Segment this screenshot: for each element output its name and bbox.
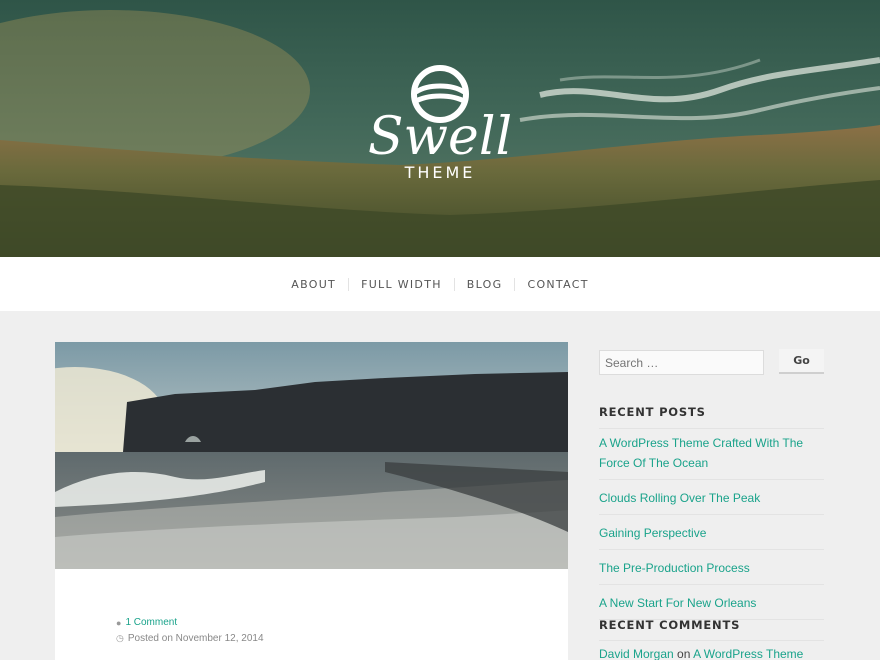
- nav-item-full-width[interactable]: FULL WIDTH: [348, 277, 454, 291]
- post-date: Posted on November 12, 2014: [127, 633, 264, 644]
- recent-post-link[interactable]: Gaining Perspective: [599, 526, 706, 540]
- logo-subtitle: THEME: [404, 163, 476, 182]
- recent-posts-title: RECENT POSTS: [599, 405, 706, 419]
- recent-post-link[interactable]: A New Start For New Orleans: [599, 596, 756, 610]
- post-date-meta: ◷ Posted on November 12, 2014: [116, 633, 264, 644]
- recent-comment-item: David Morgan on A WordPress Theme: [599, 647, 839, 660]
- recent-post-link[interactable]: Clouds Rolling Over The Peak: [599, 491, 760, 505]
- comments-link[interactable]: 1 Comment: [125, 617, 177, 628]
- post-card: ● 1 Comment ◷ Posted on November 12, 201…: [55, 342, 568, 660]
- recent-post-link[interactable]: The Pre-Production Process: [599, 561, 750, 575]
- recent-comments-title: RECENT COMMENTS: [599, 618, 741, 632]
- post-featured-image[interactable]: [55, 342, 568, 569]
- post-comments-meta: ● 1 Comment: [116, 617, 177, 628]
- search-go-button[interactable]: Go: [779, 349, 824, 374]
- search-input[interactable]: [599, 350, 764, 375]
- list-item: The Pre-Production Process: [599, 556, 824, 585]
- list-item: Gaining Perspective: [599, 521, 824, 550]
- comment-author-link[interactable]: David Morgan: [599, 647, 674, 660]
- list-item: A WordPress Theme Crafted With The Force…: [599, 431, 824, 480]
- comment-post-link[interactable]: A WordPress Theme: [693, 647, 803, 660]
- list-item: Clouds Rolling Over The Peak: [599, 486, 824, 515]
- main-navigation: ABOUT FULL WIDTH BLOG CONTACT: [0, 257, 880, 311]
- nav-item-about[interactable]: ABOUT: [279, 278, 348, 291]
- comment-icon: ●: [116, 617, 122, 628]
- divider: [599, 640, 824, 641]
- logo-script-text: Swell: [368, 107, 512, 167]
- comment-on-text: on: [677, 647, 691, 660]
- list-item: A New Start For New Orleans: [599, 591, 824, 620]
- recent-post-link[interactable]: A WordPress Theme Crafted With The Force…: [599, 436, 803, 470]
- nav-item-contact[interactable]: CONTACT: [514, 277, 600, 291]
- recent-posts-list: A WordPress Theme Crafted With The Force…: [599, 431, 824, 626]
- divider: [599, 428, 824, 429]
- site-header-hero: Swell THEME: [0, 0, 880, 257]
- clock-icon: ◷: [116, 633, 124, 643]
- nav-item-blog[interactable]: BLOG: [453, 277, 515, 291]
